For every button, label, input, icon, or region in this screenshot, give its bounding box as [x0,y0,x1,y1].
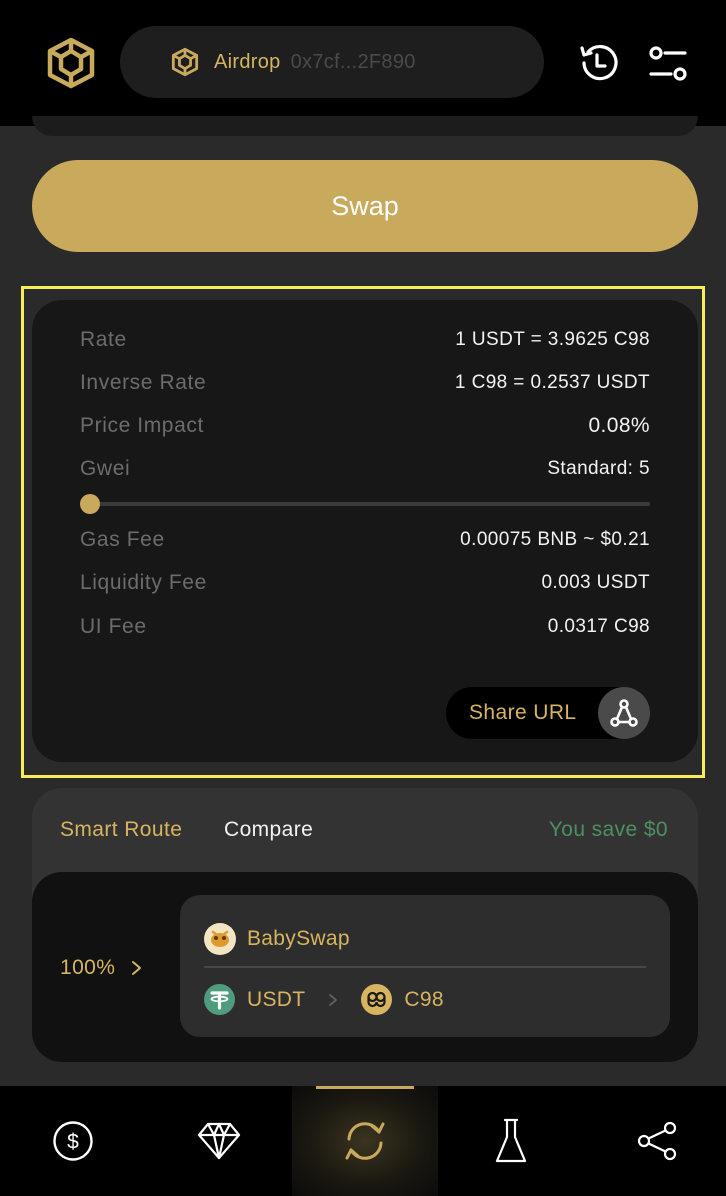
pool-box[interactable]: BabySwap USDT C98 [180,895,670,1037]
detail-key: Inverse Rate [80,371,207,394]
share-url-label: Share URL [469,701,577,724]
flask-icon [495,1118,527,1163]
detail-row-liquidity-fee: Liquidity Fee 0.003 USDT [80,571,650,595]
binance-cube-icon[interactable] [44,36,98,90]
pool-name-row: BabySwap [204,923,350,955]
tab-compare[interactable]: Compare [224,818,313,842]
nav-item-flask[interactable] [438,1086,584,1196]
detail-value: 0.0317 C98 [547,616,650,637]
route-card: Smart Route Compare You save $0 100% Bab… [32,788,698,1062]
slider-thumb[interactable] [80,494,100,514]
detail-value: Standard: 5 [547,458,650,479]
nav-item-swap[interactable] [292,1086,438,1196]
share-url-button[interactable]: Share URL [446,687,650,739]
token-path: USDT C98 [204,984,444,1015]
wallet-address: 0x7cf...2F890 [290,50,416,73]
header: Airdrop 0x7cf...2F890 [0,0,726,126]
bottom-nav: $ [0,1086,726,1196]
pool-name: BabySwap [247,927,350,950]
savings-text: You save $0 [548,818,668,841]
swap-icon [345,1122,385,1160]
chevron-right-icon [329,993,338,1006]
nav-item-diamond[interactable] [146,1086,292,1196]
gwei-slider[interactable] [80,493,650,515]
dollar-icon: $ [53,1121,93,1161]
chevron-right-icon [132,961,141,975]
detail-value: 1 USDT = 3.9625 C98 [455,329,650,350]
slider-track [80,502,650,506]
detail-key: UI Fee [80,615,147,638]
c98-token-icon [361,984,393,1015]
detail-key: Liquidity Fee [80,571,207,594]
detail-value: 0.003 USDT [541,572,650,593]
detail-row-inverse-rate: Inverse Rate 1 C98 = 0.2537 USDT [80,371,650,395]
detail-row-rate: Rate 1 USDT = 3.9625 C98 [80,328,650,352]
detail-key: Price Impact [80,414,204,437]
wallet-selector[interactable]: Airdrop 0x7cf...2F890 [120,26,544,98]
to-token: C98 [404,987,444,1011]
detail-value: 0.08% [588,414,650,437]
detail-key: Gas Fee [80,528,165,551]
detail-row-ui-fee: UI Fee 0.0317 C98 [80,615,650,639]
share-network-icon[interactable] [598,687,650,739]
from-token: USDT [247,987,306,1011]
share-icon [637,1121,677,1161]
detail-row-gwei: Gwei Standard: 5 [80,457,650,481]
detail-row-gas-fee: Gas Fee 0.00075 BNB ~ $0.21 [80,528,650,552]
detail-value: 0.00075 BNB ~ $0.21 [460,529,650,550]
swap-button[interactable]: Swap [32,160,698,252]
detail-key: Gwei [80,457,131,480]
swap-details-card: Rate 1 USDT = 3.9625 C98 Inverse Rate 1 … [32,300,698,762]
route-detail: 100% BabySwap USDT C98 [32,872,698,1062]
nav-item-share[interactable] [584,1086,726,1196]
tab-smart-route[interactable]: Smart Route [60,818,182,842]
diamond-icon [197,1122,241,1160]
detail-key: Rate [80,328,127,351]
divider [204,966,646,968]
svg-text:$: $ [67,1131,79,1154]
babyswap-logo-icon [204,923,236,955]
route-percent: 100% [60,956,116,979]
detail-row-price-impact: Price Impact 0.08% [80,414,650,438]
wallet-name: Airdrop [214,50,281,73]
detail-value: 1 C98 = 0.2537 USDT [454,372,650,393]
previous-card-edge [32,116,698,136]
sliders-icon[interactable] [647,44,689,84]
nav-item-dollar[interactable]: $ [0,1086,146,1196]
history-icon[interactable] [578,42,620,84]
usdt-token-icon [204,984,235,1015]
wallet-cube-icon [171,47,199,77]
